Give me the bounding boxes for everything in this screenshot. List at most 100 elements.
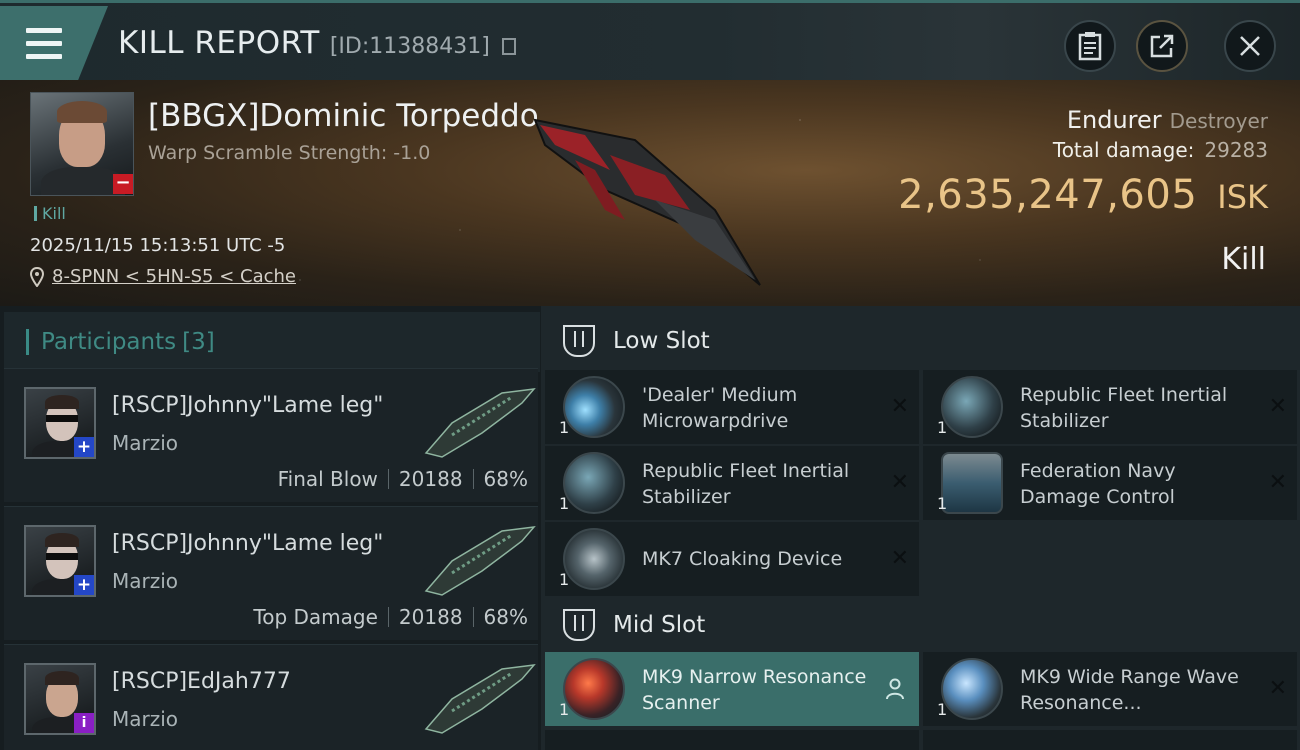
module-name: MK9 Narrow Resonance Scanner	[642, 666, 867, 714]
destroyed-icon: ✕	[1268, 470, 1287, 495]
participant-name: [RSCP]EdJah777	[112, 669, 291, 694]
title-group: KILL REPORT [ID:11388431]	[118, 25, 516, 61]
participant-stats: Top Damage 20188 68%	[253, 605, 528, 629]
top-bar: KILL REPORT [ID:11388431]	[0, 0, 1300, 81]
ship-name[interactable]: Endurer	[1067, 106, 1162, 134]
total-damage: Total damage: 29283	[1053, 138, 1268, 162]
module-item[interactable]	[923, 730, 1297, 750]
resonance-scanner-icon	[563, 658, 625, 720]
participant-corp: Marzio	[112, 431, 179, 455]
module-item[interactable]: 1 MK7 Cloaking Device ✕	[545, 522, 919, 596]
participant-percent: 68%	[483, 467, 528, 491]
copy-icon[interactable]	[501, 38, 516, 55]
participant-row[interactable]: i [RSCP]EdJah777 Marzio	[4, 644, 538, 750]
warp-scramble-strength: Warp Scramble Strength: -1.0	[148, 142, 431, 164]
kill-location[interactable]: 8-SPNN < 5HN-S5 < Cache	[30, 266, 296, 287]
mid-slot-label: Mid Slot	[613, 612, 706, 638]
result-label: Kill	[1221, 242, 1266, 277]
participant-row[interactable]: + [RSCP]Johnny"Lame leg" Marzio Final Bl…	[4, 368, 538, 502]
destroyed-icon: ✕	[1268, 394, 1287, 419]
participants-count: [3]	[182, 329, 215, 355]
total-damage-label: Total damage:	[1052, 138, 1195, 162]
participant-damage: 20188	[398, 605, 463, 629]
kill-tag: Kill	[34, 204, 66, 223]
module-quantity: 1	[559, 570, 570, 589]
mid-slot-header: Mid Slot	[541, 594, 1300, 656]
clipboard-icon	[1078, 32, 1102, 61]
module-item[interactable]	[545, 730, 919, 750]
participant-ship-icon	[424, 526, 536, 596]
location-link[interactable]: 8-SPNN < 5HN-S5 < Cache	[52, 266, 296, 287]
participants-label: Participants	[41, 329, 177, 355]
inertial-stabilizer-icon	[563, 452, 625, 514]
module-name: MK9 Wide Range Wave Resonance...	[1020, 666, 1239, 714]
isk-value: 2,635,247,605	[898, 172, 1198, 218]
participant-corp: Marzio	[112, 569, 179, 593]
isk-value-line: 2,635,247,605 ISK	[898, 172, 1268, 218]
menu-button[interactable]	[0, 6, 108, 81]
module-name: Federation Navy Damage Control	[1020, 460, 1176, 508]
share-button[interactable]	[1136, 20, 1188, 72]
module-item[interactable]: 1 Federation Navy Damage Control ✕	[923, 446, 1297, 520]
destroyed-icon: ✕	[890, 546, 909, 571]
destroyed-icon: ✕	[890, 394, 909, 419]
report-id: [ID:11388431]	[329, 34, 490, 59]
low-slot-label: Low Slot	[613, 328, 710, 354]
pilot-icon	[886, 678, 904, 700]
ship-class: Destroyer	[1169, 109, 1268, 133]
module-item[interactable]: 1 Republic Fleet Inertial Stabilizer ✕	[545, 446, 919, 520]
participant-role: Top Damage	[253, 605, 378, 629]
module-quantity: 1	[937, 418, 948, 437]
module-item[interactable]: 1 MK9 Narrow Resonance Scanner	[545, 652, 919, 726]
module-item[interactable]: 1 MK9 Wide Range Wave Resonance... ✕	[923, 652, 1297, 726]
module-quantity: 1	[937, 494, 948, 513]
participants-tab[interactable]: Participants [3]	[4, 312, 540, 372]
participant-ship-icon	[424, 388, 536, 458]
participant-stats: Final Blow 20188 68%	[278, 467, 528, 491]
wave-resonance-icon	[941, 658, 1003, 720]
module-quantity: 1	[937, 700, 948, 719]
victim-ship-image	[533, 118, 761, 286]
module-quantity: 1	[559, 494, 570, 513]
module-name: MK7 Cloaking Device	[642, 548, 843, 570]
isk-unit: ISK	[1217, 178, 1268, 216]
microwarpdrive-icon	[563, 376, 625, 438]
participant-role: Final Blow	[277, 467, 378, 491]
participant-name: [RSCP]Johnny"Lame leg"	[112, 393, 384, 418]
fitting-panel: Low Slot 1 'Dealer' Medium Microwarpdriv…	[541, 306, 1300, 750]
victim-name[interactable]: [BBGX]Dominic Torpeddo	[148, 98, 539, 134]
participant-damage: 20188	[398, 467, 463, 491]
destroyed-icon: ✕	[890, 470, 909, 495]
clipboard-button[interactable]	[1064, 20, 1116, 72]
total-damage-value: 29283	[1204, 138, 1268, 162]
info-badge-icon: i	[74, 713, 94, 733]
participants-panel: Participants [3] + [RSCP]Johnny"Lame leg…	[0, 306, 541, 750]
close-button[interactable]	[1224, 20, 1276, 72]
location-pin-icon	[30, 266, 44, 287]
low-slot-icon	[563, 325, 595, 357]
participant-percent: 68%	[483, 605, 528, 629]
plus-badge-icon: +	[74, 437, 94, 457]
victim-banner: − [BBGX]Dominic Torpeddo Warp Scramble S…	[0, 80, 1300, 306]
cloaking-device-icon	[563, 528, 625, 590]
participant-row[interactable]: + [RSCP]Johnny"Lame leg" Marzio Top Dama…	[4, 506, 538, 640]
mid-slot-icon	[563, 609, 595, 641]
module-quantity: 1	[559, 700, 570, 719]
destroyed-icon: ✕	[1268, 676, 1287, 701]
kill-datetime: 2025/11/15 15:13:51 UTC -5	[30, 235, 286, 256]
participant-ship-icon	[424, 664, 536, 734]
damage-control-icon	[941, 452, 1003, 514]
inertial-stabilizer-icon	[941, 376, 1003, 438]
module-name: Republic Fleet Inertial Stabilizer	[642, 460, 850, 508]
plus-badge-icon: +	[74, 575, 94, 595]
ship-type: Endurer Destroyer	[1067, 106, 1268, 134]
hostile-badge-icon: −	[113, 174, 133, 194]
participant-corp: Marzio	[112, 707, 179, 731]
module-name: 'Dealer' Medium Microwarpdrive	[642, 384, 798, 432]
module-name: Republic Fleet Inertial Stabilizer	[1020, 384, 1228, 432]
share-icon	[1150, 34, 1174, 58]
module-item[interactable]: 1 'Dealer' Medium Microwarpdrive ✕	[545, 370, 919, 444]
low-slot-header: Low Slot	[541, 310, 1300, 372]
close-icon	[1240, 36, 1260, 56]
module-item[interactable]: 1 Republic Fleet Inertial Stabilizer ✕	[923, 370, 1297, 444]
